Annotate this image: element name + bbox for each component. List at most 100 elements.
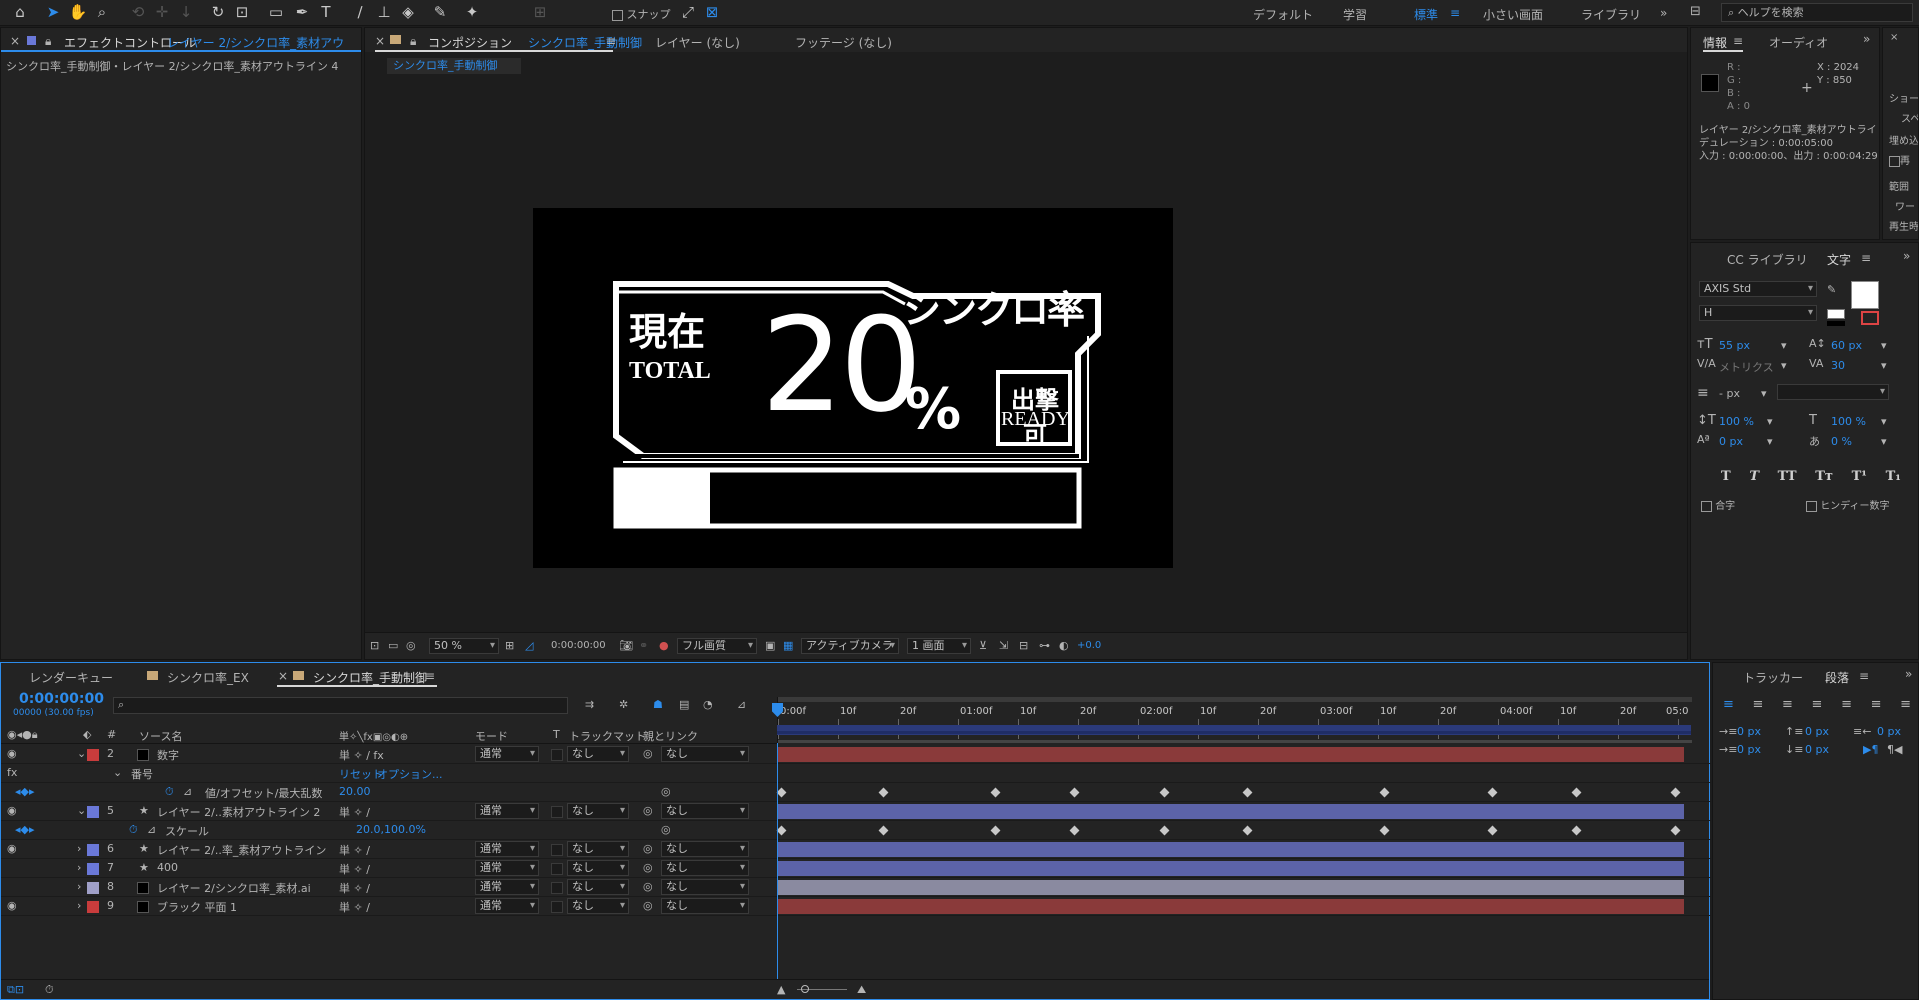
tab-info[interactable]: 情報 [1703, 34, 1727, 51]
expand-arrow-icon[interactable]: › [77, 899, 81, 912]
para-menu-icon[interactable]: ≡ [1859, 669, 1869, 683]
camera-dropdown[interactable]: アクティブカメラ [801, 638, 899, 654]
parent-pickwhip-icon[interactable]: ◎ [643, 861, 653, 874]
info-overflow-icon[interactable]: » [1863, 32, 1870, 46]
all-caps-button[interactable]: TT [1778, 469, 1797, 484]
layer-label-color[interactable] [87, 901, 99, 913]
layer-switches-icons[interactable]: 単 ✧ ∕ [339, 899, 370, 915]
subscript-button[interactable]: T₁ [1886, 469, 1901, 484]
indent-left-value[interactable]: 0 px [1737, 725, 1761, 738]
comp-lock-icon[interactable]: 🔒︎ [410, 34, 416, 49]
hand-tool-icon[interactable]: ✋ [68, 2, 88, 22]
comp-tab-menu-icon[interactable]: ≡ [606, 34, 616, 48]
anchor-tool-icon[interactable]: ⊡ [232, 2, 252, 22]
tsume-caret[interactable]: ▾ [1881, 435, 1887, 448]
justify-left-icon[interactable]: ≡ [1812, 697, 1823, 712]
para-overflow-icon[interactable]: » [1905, 667, 1912, 681]
black-swatch[interactable] [1827, 321, 1845, 326]
shy-layers-icon[interactable]: ☗ [653, 698, 663, 711]
preserve-transparency-box[interactable] [551, 863, 563, 875]
layer-row[interactable]: ◉ ⌄ 5 ★ レイヤー 2/..素材アウトライン 2 単 ✧ ∕ 通常 なし ◎ なし [1, 802, 1711, 821]
zoom-out-icon[interactable]: ▲ [777, 983, 785, 996]
layer-name[interactable]: レイヤー 2/..素材アウトライン 2 [157, 804, 333, 820]
parent-pickwhip-icon[interactable]: ◎ [643, 804, 653, 817]
search-toggle-icon[interactable]: ⊟ [1690, 4, 1701, 19]
layer-label-color[interactable] [87, 806, 99, 818]
keyframe-diamond[interactable] [878, 787, 889, 798]
layer-switches-icons[interactable]: 単 ✧ ∕ [339, 804, 370, 820]
stopwatch-icon[interactable]: ⏱ [165, 785, 174, 799]
snap-grid-icon[interactable]: ⊠ [702, 2, 722, 22]
keyframe-diamond[interactable] [1670, 825, 1681, 836]
layer-row[interactable]: › 7 ★ 400 単 ✧ ∕ 通常 なし ◎ なし [1, 859, 1711, 878]
layer-duration-bar[interactable] [778, 842, 1684, 857]
close-tab-icon[interactable]: × [10, 34, 20, 48]
tab-character[interactable]: 文字 [1827, 251, 1851, 268]
stroke-type-dropdown[interactable] [1777, 384, 1889, 400]
stroke-color-swatch[interactable] [1861, 311, 1879, 325]
parent-pickwhip-icon[interactable]: ◎ [643, 880, 653, 893]
property-value[interactable]: 20.00 [339, 785, 371, 798]
expand-arrow-icon[interactable]: ⌄ [77, 804, 86, 817]
horizontal-scale-caret[interactable]: ▾ [1881, 415, 1887, 428]
layer-switches-icons[interactable]: 単 ✧ ∕ [339, 861, 370, 877]
preserve-transparency-box[interactable] [551, 901, 563, 913]
comp-breadcrumb-chip[interactable]: シンクロ率_手動制御 [387, 58, 521, 74]
pan-tool-icon[interactable]: ✛ [152, 2, 172, 22]
keyframe-diamond[interactable] [776, 787, 787, 798]
render-time-toggle-icon[interactable]: ⏱ [45, 983, 54, 997]
source-name-header[interactable]: ソース名 [139, 728, 182, 744]
blend-mode-dropdown[interactable]: 通常 [475, 803, 539, 819]
layer-switches-icons[interactable]: 単 ✧ ∕ fx [339, 747, 384, 763]
align-center-icon[interactable]: ≡ [1753, 697, 1764, 712]
rotate-tool-icon[interactable]: ↻ [208, 2, 228, 22]
layer-name[interactable]: レイヤー 2/..率_素材アウトライン [157, 842, 333, 858]
keyframe-diamond[interactable] [1379, 787, 1390, 798]
horizontal-scale-value[interactable]: 100 % [1831, 415, 1866, 428]
keyframe-diamond[interactable] [1159, 787, 1170, 798]
parent-dropdown[interactable]: なし [661, 860, 749, 876]
info-menu-icon[interactable]: ≡ [1733, 34, 1743, 48]
text-tool-icon[interactable]: T [316, 2, 336, 22]
layer-label-color[interactable] [87, 863, 99, 875]
space-before-value[interactable]: 0 px [1805, 725, 1829, 738]
home-icon[interactable]: ⌂ [10, 2, 30, 22]
pen-tool-icon[interactable]: ✒ [292, 2, 312, 22]
indent-right-value[interactable]: 0 px [1877, 725, 1901, 738]
snap-options-icon[interactable]: ⤢ [678, 2, 698, 22]
visibility-eye-icon[interactable]: ◉ [7, 842, 17, 855]
puppet-tool-icon[interactable]: ✦ [462, 2, 482, 22]
track-matte-dropdown[interactable]: なし [567, 841, 629, 857]
layer-label-color[interactable] [87, 844, 99, 856]
fill-color-swatch[interactable] [1851, 281, 1879, 309]
visibility-eye-icon[interactable]: ◉ [7, 747, 17, 760]
timeline-zoom-handle[interactable] [801, 985, 809, 993]
workspace-small-screen[interactable]: 小さい画面 [1483, 6, 1543, 23]
preserve-transparency-box[interactable] [551, 844, 563, 856]
blend-mode-dropdown[interactable]: 通常 [475, 898, 539, 914]
property-row[interactable]: fx ⌄ 番号 リセット オプション... [1, 764, 1711, 783]
workspace-standard[interactable]: 標準 [1414, 6, 1438, 23]
mode-header[interactable]: モード [475, 728, 508, 744]
leading-caret[interactable]: ▾ [1881, 339, 1887, 352]
layer-duration-bar[interactable] [778, 880, 1684, 895]
keyframe-diamond[interactable] [1487, 787, 1498, 798]
toggle-pixel-icon[interactable]: ⊻ [979, 639, 987, 652]
kerning-value[interactable]: メトリクス [1719, 359, 1774, 375]
stroke-width-value[interactable]: - px [1719, 387, 1740, 400]
close-timeline-tab-icon[interactable]: × [278, 669, 288, 683]
close-comp-tab-icon[interactable]: × [375, 34, 385, 48]
region-of-interest-icon[interactable]: ▣ [765, 639, 775, 652]
property-row[interactable]: ◂◆▸ ⏱ ⊿ 値/オフセット/最大乱数 20.00 ◎ [1, 783, 1711, 802]
faux-italic-button[interactable]: T [1749, 469, 1759, 484]
snap-checkbox[interactable] [612, 9, 623, 21]
keyframe-diamond[interactable] [1069, 825, 1080, 836]
help-search-field[interactable]: ⌕ ヘルプを検索 [1721, 3, 1913, 22]
parent-pickwhip-icon[interactable]: ◎ [643, 842, 653, 855]
composition-canvas[interactable]: 現在 TOTAL 20 % シンクロ率 出撃可 READY [533, 208, 1173, 568]
layer-search-input[interactable]: ⌕ [113, 697, 568, 714]
layer-duration-bar[interactable] [778, 861, 1684, 876]
exposure-reset-icon[interactable]: ◐ [1059, 639, 1069, 652]
track-matte-dropdown[interactable]: なし [567, 803, 629, 819]
workspace-overflow-icon[interactable]: » [1660, 6, 1667, 20]
